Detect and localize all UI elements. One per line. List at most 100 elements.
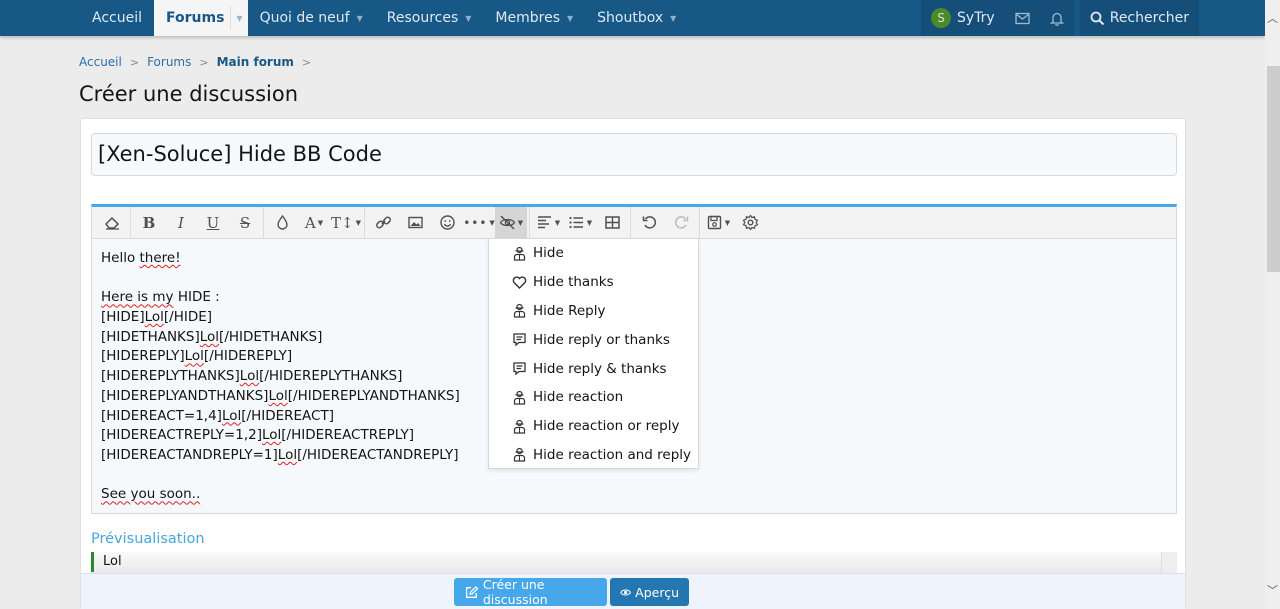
user-secret-icon <box>511 245 527 261</box>
chevron-down-icon[interactable]: ▼ <box>670 14 676 23</box>
hide-menu-item[interactable]: Hide reply & thanks <box>489 354 698 383</box>
eye-icon <box>620 589 632 595</box>
preview-button-label: Aperçu <box>635 584 679 600</box>
align-button[interactable]: ▼ <box>532 207 564 239</box>
insert-link-button[interactable] <box>367 207 399 239</box>
toolbar-group: B I U S <box>131 206 264 239</box>
underline-button[interactable]: U <box>197 207 229 239</box>
text-segment: [HIDE] <box>101 309 145 326</box>
link-icon <box>375 216 391 229</box>
chevron-right-icon: > <box>129 55 140 69</box>
hide-menu-item[interactable]: Hide reaction <box>489 383 698 412</box>
scroll-up-icon[interactable]: ︿ <box>1267 10 1278 26</box>
editor-toolbar: B I U S A ▼ T↕ ▼ ••• ▼ ▼ ▼ ▼ ▼ <box>92 206 1176 239</box>
nav-tab-resources[interactable]: Resources ▼ <box>375 0 484 36</box>
nav-tab-forums[interactable]: Forums ▼ <box>154 0 248 36</box>
account-link[interactable]: S SyTry <box>921 0 1005 36</box>
thread-title-input[interactable]: [Xen-Soluce] Hide BB Code <box>91 133 1177 176</box>
undo-icon <box>642 216 656 229</box>
more-icon: ••• <box>463 215 488 230</box>
page-title: Créer une discussion <box>79 82 299 106</box>
undo-button[interactable] <box>633 207 665 239</box>
create-thread-label: Créer une discussion <box>482 577 548 607</box>
chevron-down-icon[interactable]: ▼ <box>357 14 363 23</box>
hide-bbcode-button[interactable]: ▼ <box>495 206 527 239</box>
nav-tab-accueil[interactable]: Accueil <box>80 0 154 36</box>
text-color-button[interactable] <box>266 207 298 239</box>
hide-menu-item[interactable]: Hide <box>489 239 698 268</box>
text-segment: [/HIDEREACTANDREPLY] <box>297 446 459 463</box>
hide-menu-item[interactable]: Hide Reply <box>489 297 698 326</box>
insert-smilie-button[interactable] <box>431 207 463 239</box>
misspelled-word: Lol <box>268 387 288 404</box>
chevron-down-icon[interactable]: ▼ <box>567 14 573 23</box>
text-segment: [/HIDEREACTREPLY] <box>281 427 415 444</box>
inbox-button[interactable] <box>1005 0 1040 36</box>
italic-button[interactable]: I <box>165 207 197 239</box>
nav-tab-label: Forums <box>166 10 225 26</box>
text-segment: [HIDEREPLYTHANKS] <box>101 368 240 385</box>
hide-bbcode-menu: Hide Hide thanks Hide Reply Hide reply or t… <box>488 238 699 469</box>
font-family-button[interactable]: A ▼ <box>298 207 330 239</box>
preview-heading: Prévisualisation <box>91 531 205 547</box>
hide-icon <box>499 215 516 230</box>
breadcrumb-forums[interactable]: Forums <box>147 55 191 69</box>
insert-table-button[interactable] <box>596 207 628 239</box>
strikethrough-icon: S <box>239 213 251 232</box>
text-segment: Hello <box>101 250 140 266</box>
chevron-down-icon[interactable]: ▼ <box>230 6 247 30</box>
search-button[interactable]: Rechercher <box>1079 0 1200 36</box>
misspelled-word: there! <box>139 250 181 266</box>
text-segment: [HIDEREPLYANDTHANKS] <box>101 387 269 404</box>
preview-button[interactable]: Aperçu <box>610 578 689 606</box>
misspelled-word: Lol <box>199 328 220 345</box>
hide-menu-item[interactable]: Hide thanks <box>489 268 698 297</box>
caret-icon: ▼ <box>317 218 324 227</box>
nav-tab-label: Resources <box>386 10 459 26</box>
misspelled-word: Lol <box>261 427 282 444</box>
nav-tab-shoutbox[interactable]: Shoutbox ▼ <box>585 0 688 36</box>
scrollbar-thumb[interactable] <box>1267 66 1280 272</box>
hide-menu-item-label: Hide thanks <box>533 274 614 291</box>
scroll-down-icon[interactable]: ﹀ <box>1267 582 1278 598</box>
text-segment: [/HIDETHANKS] <box>219 328 323 345</box>
envelope-icon <box>1015 12 1030 24</box>
toolbar-group: ••• ▼ ▼ <box>365 206 530 239</box>
form-submit-row: Créer une discussion Aperçu <box>81 573 1185 609</box>
preview-scrollbar[interactable] <box>1161 552 1177 574</box>
bold-button[interactable]: B <box>133 207 165 239</box>
alerts-button[interactable] <box>1040 0 1074 36</box>
font-size-button[interactable]: T↕ ▼ <box>330 207 362 239</box>
breadcrumb-main-forum[interactable]: Main forum <box>217 55 294 69</box>
hide-menu-item[interactable]: Hide reply or thanks <box>489 325 698 354</box>
editor-settings-button[interactable] <box>734 207 766 239</box>
nav-tab-membres[interactable]: Membres ▼ <box>483 0 585 36</box>
table-icon <box>604 216 620 229</box>
chevron-down-icon[interactable]: ▼ <box>465 14 471 23</box>
search-label: Rechercher <box>1109 10 1190 26</box>
comment-icon <box>511 361 527 377</box>
search-icon <box>1090 11 1104 25</box>
redo-button[interactable] <box>665 207 697 239</box>
username: SyTry <box>957 10 995 26</box>
drafts-button[interactable]: ▼ <box>702 207 734 239</box>
more-options-button[interactable]: ••• ▼ <box>463 207 495 239</box>
page-scrollbar[interactable]: ︿ ﹀ <box>1265 0 1280 609</box>
hide-menu-item-label: Hide reply & thanks <box>533 360 667 377</box>
strikethrough-button[interactable]: S <box>229 207 261 239</box>
top-navbar: Accueil Forums ▼ Quoi de neuf ▼ Resources ▼… <box>0 0 1265 36</box>
nav-tab-quoi-de-neuf[interactable]: Quoi de neuf ▼ <box>248 0 375 36</box>
create-thread-button[interactable]: Créer une discussion <box>454 577 607 607</box>
text-segment: [/HIDEREACT] <box>241 407 334 424</box>
breadcrumb-accueil[interactable]: Accueil <box>79 55 122 69</box>
user-secret-icon <box>511 447 527 463</box>
hide-menu-item[interactable]: Hide reaction and reply <box>489 441 698 470</box>
hide-menu-item[interactable]: Hide reaction or reply <box>489 412 698 441</box>
insert-image-button[interactable] <box>399 207 431 239</box>
misspelled-word: Here is my <box>101 289 174 306</box>
remove-format-button[interactable] <box>96 207 128 239</box>
caret-icon: ▼ <box>554 218 561 227</box>
text-segment: [HIDETHANKS] <box>101 328 200 345</box>
text-segment: [/HIDEREPLY] <box>203 348 293 365</box>
list-button[interactable]: ▼ <box>564 207 596 239</box>
